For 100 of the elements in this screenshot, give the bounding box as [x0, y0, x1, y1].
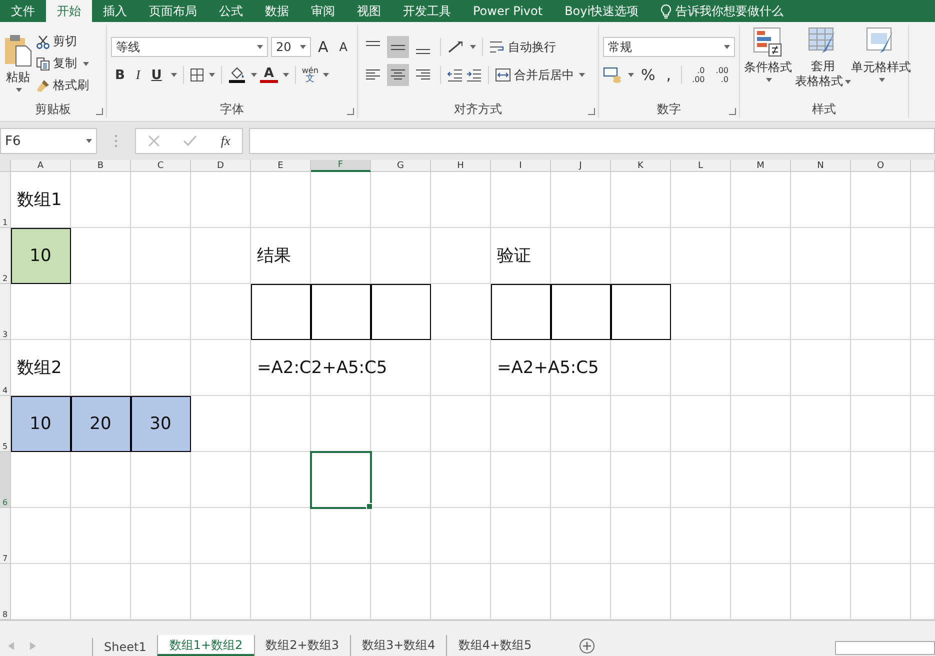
caret-icon[interactable]	[845, 80, 851, 84]
font-name-dropdown[interactable]: 等线	[111, 37, 268, 57]
caret-icon[interactable]	[170, 73, 177, 77]
table-cell[interactable]	[431, 172, 491, 228]
selected-cell[interactable]	[311, 452, 371, 508]
caret-icon[interactable]	[16, 88, 22, 92]
caret-icon[interactable]	[579, 73, 585, 77]
merge-center-button[interactable]: 合并后居中	[495, 66, 574, 84]
caret-icon[interactable]	[300, 45, 306, 49]
table-cell[interactable]	[611, 284, 671, 340]
horizontal-align-button[interactable]	[387, 64, 409, 86]
table-cell[interactable]	[431, 452, 491, 508]
table-cell[interactable]	[371, 508, 431, 564]
table-cell[interactable]	[911, 396, 935, 452]
table-cell[interactable]: 数组1	[11, 172, 71, 228]
column-header[interactable]	[911, 160, 935, 172]
dialog-launcher-icon[interactable]	[96, 108, 103, 115]
column-header[interactable]: B	[71, 160, 131, 172]
table-cell[interactable]	[311, 172, 371, 228]
table-cell[interactable]	[311, 228, 371, 284]
vertical-align-button[interactable]	[387, 36, 409, 58]
number-format-dropdown[interactable]: 常规	[603, 37, 735, 57]
caret-icon[interactable]	[257, 45, 263, 49]
column-header[interactable]: F	[311, 160, 371, 172]
comma-button[interactable]: ,	[662, 66, 676, 84]
phonetic-button[interactable]: wén 文	[302, 66, 318, 84]
scroll-right-icon[interactable]	[30, 642, 36, 650]
table-cell[interactable]	[611, 172, 671, 228]
ribbon-tab[interactable]: 数据	[254, 0, 300, 22]
table-cell[interactable]: =A2+A5:C5	[491, 340, 611, 396]
ribbon-tab[interactable]: 开始	[46, 0, 92, 22]
table-cell[interactable]	[131, 452, 191, 508]
table-cell[interactable]	[191, 396, 251, 452]
table-cell[interactable]	[551, 508, 611, 564]
column-header[interactable]: D	[191, 160, 251, 172]
table-cell[interactable]	[251, 284, 311, 340]
sheet-tab[interactable]: 数组1+数组2	[157, 635, 254, 656]
table-cell[interactable]	[11, 284, 71, 340]
increase-decimal-button[interactable]: .0 .00	[688, 66, 709, 84]
table-cell[interactable]	[791, 508, 851, 564]
table-cell[interactable]	[851, 228, 911, 284]
copy-button[interactable]: 复制	[36, 55, 77, 72]
table-cell[interactable]	[191, 452, 251, 508]
ribbon-tab[interactable]: 开发工具	[392, 0, 462, 22]
formula-input[interactable]	[249, 128, 935, 154]
table-cell[interactable]	[911, 172, 935, 228]
table-cell[interactable]	[251, 396, 311, 452]
table-cell[interactable]	[191, 172, 251, 228]
font-color-button[interactable]: A	[260, 67, 278, 83]
table-cell[interactable]	[251, 172, 311, 228]
caret-icon[interactable]	[628, 73, 634, 77]
table-cell[interactable]	[731, 452, 791, 508]
column-header[interactable]: H	[431, 160, 491, 172]
ribbon-tab[interactable]: 页面布局	[138, 0, 208, 22]
sheet-tab[interactable]: 数组2+数组3	[254, 635, 350, 656]
ribbon-tab[interactable]: 视图	[346, 0, 392, 22]
ribbon-tab[interactable]: 公式	[208, 0, 254, 22]
table-cell[interactable]	[671, 396, 731, 452]
insert-function-button[interactable]: fx	[220, 133, 230, 149]
table-cell[interactable]: 10	[11, 228, 71, 284]
caret-icon[interactable]	[282, 73, 289, 77]
sheet-tab[interactable]: 数组3+数组4	[350, 635, 446, 656]
add-sheet-icon[interactable]	[578, 638, 595, 654]
table-cell[interactable]	[611, 452, 671, 508]
table-cell[interactable]: 数组2	[11, 340, 71, 396]
table-cell[interactable]	[11, 452, 71, 508]
table-cell[interactable]	[491, 452, 551, 508]
table-cell[interactable]	[551, 228, 611, 284]
underline-button[interactable]: U	[147, 68, 166, 82]
row-header[interactable]: 6	[0, 452, 11, 508]
table-cell[interactable]	[791, 228, 851, 284]
table-cell[interactable]: 验证	[491, 228, 551, 284]
column-header[interactable]: M	[731, 160, 791, 172]
table-cell[interactable]: =A2:C2+A5:C5	[251, 340, 431, 396]
table-cell[interactable]	[371, 284, 431, 340]
table-cell[interactable]	[911, 284, 935, 340]
format-painter-button[interactable]: 格式刷	[36, 77, 89, 94]
table-cell[interactable]	[731, 396, 791, 452]
checkmark-icon[interactable]	[183, 135, 198, 147]
scroll-left-icon[interactable]	[8, 642, 14, 650]
table-cell[interactable]	[851, 508, 911, 564]
caret-icon[interactable]	[470, 45, 476, 49]
table-cell[interactable]	[671, 508, 731, 564]
table-cell[interactable]	[851, 340, 911, 396]
dialog-launcher-icon[interactable]	[347, 108, 354, 115]
table-cell[interactable]	[911, 340, 935, 396]
table-cell[interactable]	[11, 508, 71, 564]
table-cell[interactable]	[491, 396, 551, 452]
close-icon[interactable]	[148, 135, 160, 147]
table-cell[interactable]	[431, 396, 491, 452]
table-cell[interactable]: 结果	[251, 228, 311, 284]
horizontal-scrollbar[interactable]	[835, 641, 935, 655]
orientation-icon[interactable]	[447, 40, 465, 54]
table-cell[interactable]	[491, 284, 551, 340]
ribbon-tab[interactable]: 插入	[92, 0, 138, 22]
row-header[interactable]: 1	[0, 172, 11, 228]
table-cell[interactable]	[71, 284, 131, 340]
fill-bucket-icon[interactable]	[228, 66, 246, 84]
sheet-tab[interactable]: 数组4+数组5	[446, 635, 543, 656]
table-cell[interactable]	[131, 228, 191, 284]
